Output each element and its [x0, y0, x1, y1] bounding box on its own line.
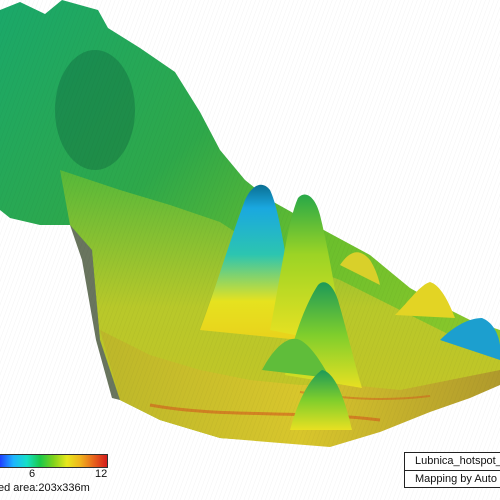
survey-name: Lubnica_hotspot_h: [415, 455, 500, 467]
scale-tick-max: 12: [95, 468, 108, 480]
map-info-box: Lubnica_hotspot_h Mapping by Auto: [404, 452, 500, 488]
color-scale-bar: [0, 454, 108, 468]
credit-line: Mapping by Auto: [405, 470, 500, 488]
mapped-area-label: ed area:203x336m: [0, 482, 90, 494]
scale-tick-mid: 6: [29, 468, 36, 480]
terrain-3d-view[interactable]: [0, 0, 500, 500]
